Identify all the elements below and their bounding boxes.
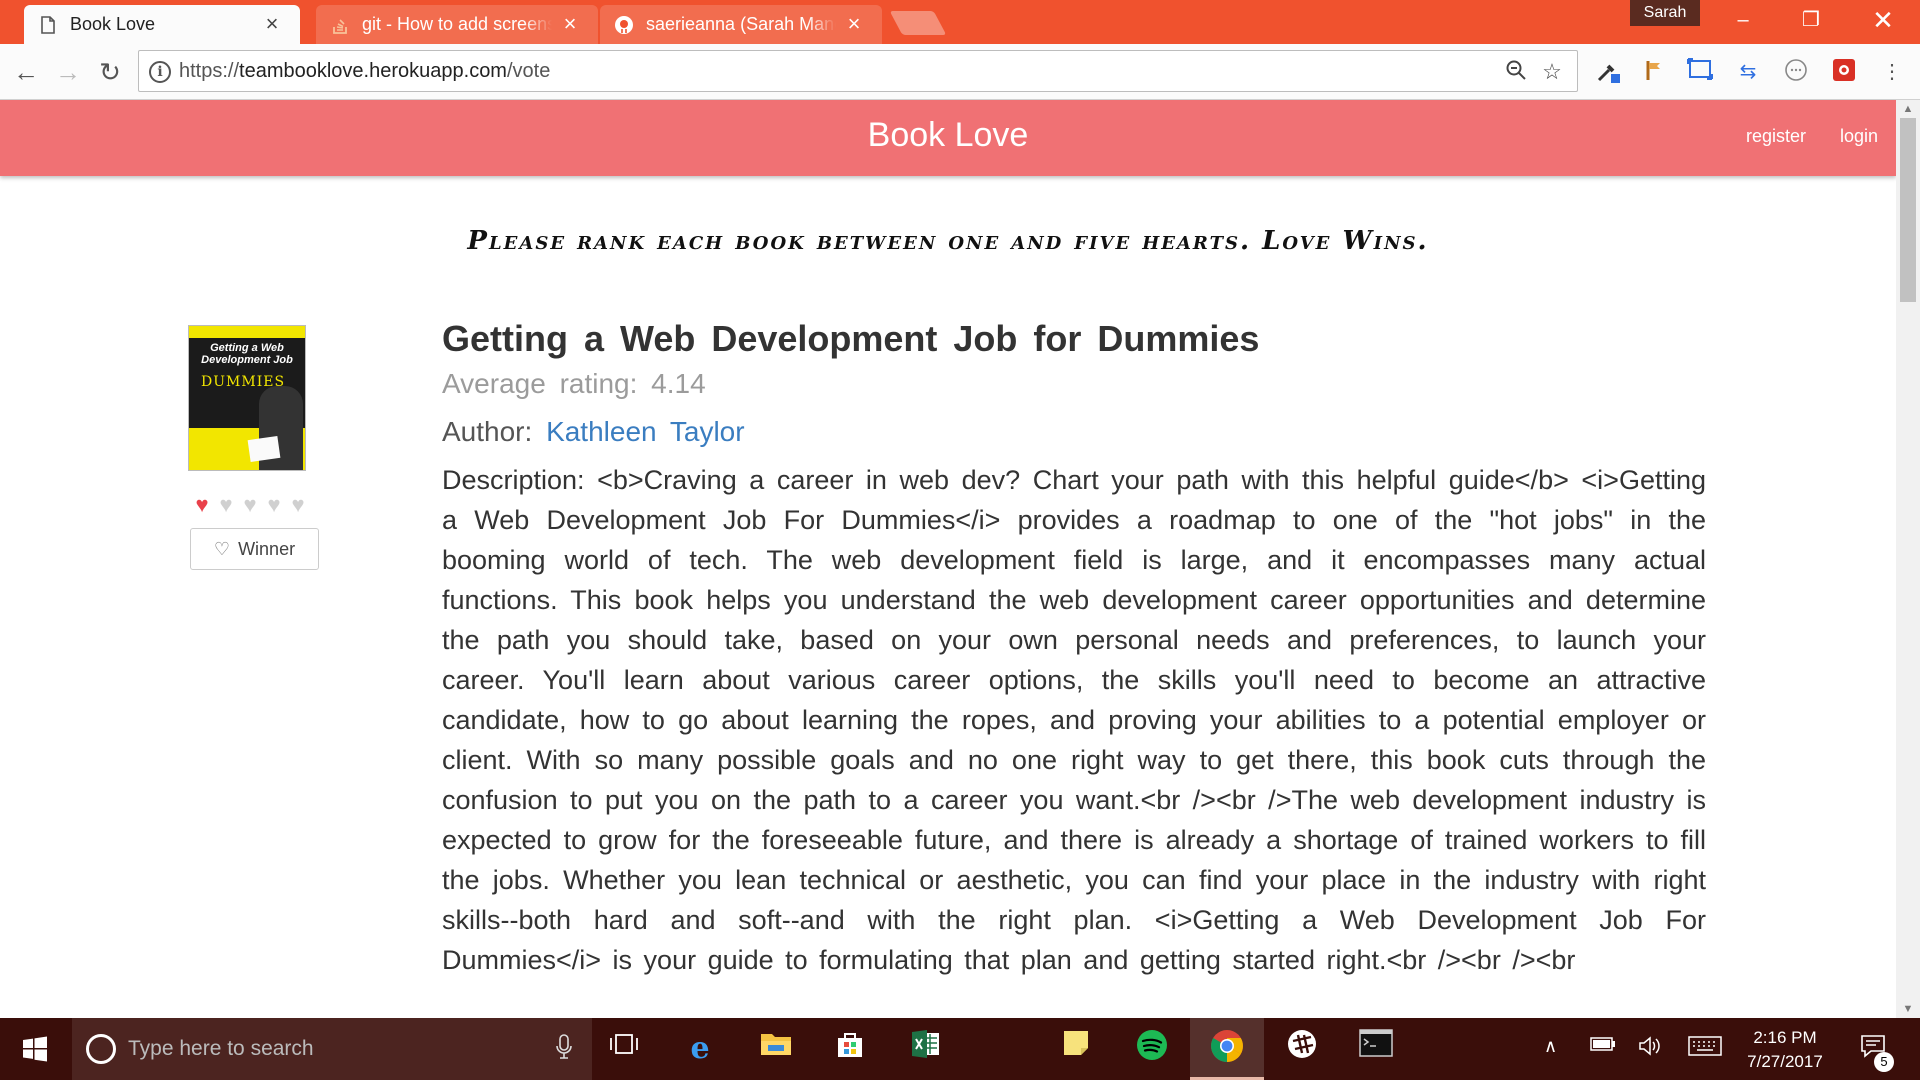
command-prompt-icon[interactable] [1356,1029,1396,1069]
minimize-icon[interactable]: – [1712,0,1774,40]
browser-titlebar: Book Love × git - How to add screens × s… [0,0,1920,44]
keyboard-icon[interactable] [1688,1036,1722,1061]
winner-label: Winner [238,538,296,559]
show-hidden-icons-chevron-icon[interactable]: ∧ [1544,1036,1557,1057]
tab-book-love[interactable]: Book Love × [24,5,300,44]
swap-arrows-icon[interactable]: ⇆ [1734,58,1762,86]
edge-icon[interactable]: e [680,1029,720,1069]
scroll-down-arrow-icon[interactable]: ▼ [1896,1000,1920,1018]
clock-time: 2:16 PM [1753,1028,1817,1047]
dots-circle-extension-icon[interactable] [1782,58,1810,86]
average-rating-value: 4.14 [651,368,706,399]
description-text: <b>Craving a career in web dev? Chart yo… [442,465,1706,975]
task-view-icon[interactable] [604,1029,644,1069]
restore-icon[interactable]: ❐ [1780,0,1842,40]
page-tagline: Please rank each book between one and fi… [467,226,1429,256]
winner-button[interactable]: ♡ Winner [190,528,319,570]
zoom-icon[interactable] [1503,59,1529,85]
battery-icon[interactable] [1590,1036,1616,1057]
windows-taskbar: Type here to search e ∧ 2:16 PM 7/27/201… [0,1018,1920,1080]
cover-series: DUMMIES [201,374,286,390]
tab-github[interactable]: saerieanna (Sarah Mandl × [600,5,882,44]
close-icon[interactable]: × [262,12,282,35]
close-icon[interactable]: × [560,12,580,35]
tab-title: saerieanna (Sarah Mandl [646,14,836,34]
info-icon[interactable]: i [149,61,171,83]
scroll-thumb[interactable] [1900,118,1916,302]
heart-outline-icon: ♡ [213,538,231,559]
red-extension-icon[interactable] [1830,58,1858,86]
file-explorer-icon[interactable] [756,1029,796,1069]
back-arrow-icon[interactable]: ← [8,54,44,90]
taskbar-clock[interactable]: 2:16 PM 7/27/2017 [1720,1026,1850,1074]
windows-start-icon[interactable] [0,1018,70,1080]
cover-title: Getting a Web Development Job [201,342,293,366]
taskbar-search[interactable]: Type here to search [72,1018,592,1080]
menu-dots-icon[interactable]: ⋮ [1878,58,1906,86]
tab-title: git - How to add screens [362,14,552,34]
close-window-icon[interactable]: ✕ [1852,0,1914,40]
register-link[interactable]: register [1746,126,1806,147]
site-brand[interactable]: Book Love [0,116,1896,155]
volume-icon[interactable] [1638,1036,1662,1061]
cortana-icon[interactable] [86,1034,116,1064]
book-cover-image: Getting a Web Development Job DUMMIES [188,325,306,471]
description-label: Description: [442,465,585,495]
heart-icon[interactable]: ♥ [262,494,286,516]
signpost-extension-icon[interactable] [1638,58,1666,86]
chrome-icon[interactable] [1207,1029,1247,1069]
scroll-up-arrow-icon[interactable]: ▲ [1896,100,1920,118]
average-rating: Average rating: 4.14 [442,368,706,400]
stackoverflow-icon [330,15,350,35]
tab-git-screenshots[interactable]: git - How to add screens × [316,5,598,44]
reload-icon[interactable]: ↻ [92,54,128,90]
cover-paper [247,436,281,462]
screenshot-extension-icon[interactable] [1686,58,1714,86]
tab-title: Book Love [70,14,156,34]
url-scheme: https:// [179,60,240,82]
author-line: Author: Kathleen Taylor [442,416,745,448]
profile-button[interactable]: Sarah [1630,0,1700,26]
forward-arrow-icon[interactable]: → [50,54,86,90]
notification-count-badge: 5 [1874,1052,1894,1072]
site-navbar: Book Love register login [0,100,1896,176]
heart-icon[interactable]: ♥ [190,494,214,516]
slack-icon[interactable] [1282,1029,1322,1069]
close-icon[interactable]: × [844,12,864,35]
browser-toolbar: ← → ↻ i https://teambooklove.herokuapp.c… [0,44,1920,100]
github-icon [614,15,634,35]
bookmark-star-icon[interactable]: ☆ [1539,59,1565,85]
url-text[interactable]: https://teambooklove.herokuapp.com/vote [179,60,550,83]
sticky-notes-icon[interactable] [1056,1029,1096,1069]
spotify-icon[interactable] [1132,1029,1172,1069]
heart-icon[interactable]: ♥ [214,494,238,516]
average-rating-label: Average rating: [442,368,638,399]
excel-icon[interactable] [906,1029,946,1069]
heart-icon[interactable]: ♥ [286,494,310,516]
heart-icon[interactable]: ♥ [238,494,262,516]
heart-rating: ♥ ♥ ♥ ♥ ♥ [190,494,310,516]
eyedropper-extension-icon[interactable] [1594,58,1622,86]
clock-date: 7/27/2017 [1747,1052,1823,1071]
book-title: Getting a Web Development Job for Dummie… [442,318,1260,359]
store-icon[interactable] [830,1029,870,1069]
author-label: Author: [442,416,533,447]
page-icon [38,15,58,35]
address-bar[interactable]: i https://teambooklove.herokuapp.com/vot… [138,50,1578,92]
search-placeholder: Type here to search [128,1037,314,1060]
microphone-icon[interactable] [556,1034,572,1066]
new-tab-button[interactable] [889,11,947,35]
url-path: /vote [506,60,551,82]
login-link[interactable]: login [1840,126,1878,147]
book-description: Description: <b>Craving a career in web … [442,460,1706,980]
author-link[interactable]: Kathleen Taylor [546,416,745,447]
page-viewport: Book Love register login Please rank eac… [0,100,1896,1018]
page-scrollbar[interactable]: ▲ ▼ [1896,100,1920,1018]
url-host: teambooklove.herokuapp.com [239,60,507,82]
